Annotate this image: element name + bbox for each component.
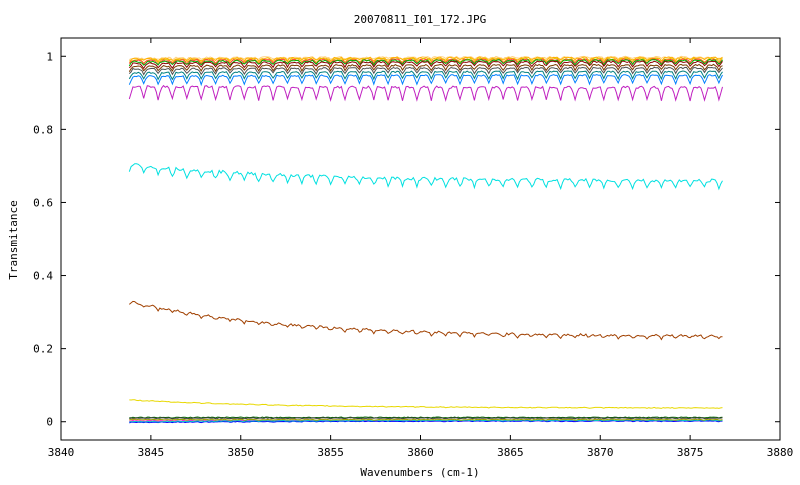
x-tick-label: 3860 (407, 446, 434, 459)
x-tick-label: 3850 (228, 446, 255, 459)
y-tick-label: 0.4 (33, 270, 53, 283)
chart-svg: 20070811_I01_172.JPG Wavenumbers (cm-1) … (0, 0, 800, 480)
x-tick-label: 3865 (497, 446, 524, 459)
x-tick-label: 3855 (317, 446, 344, 459)
y-axis-label: Transmitance (7, 200, 20, 279)
y-tick-label: 0.8 (33, 123, 53, 136)
y-tick-label: 1 (46, 50, 53, 63)
y-tick-label: 0 (46, 416, 53, 429)
y-tick-label: 0.2 (33, 343, 53, 356)
chart: 20070811_I01_172.JPG Wavenumbers (cm-1) … (0, 0, 800, 480)
x-axis-label: Wavenumbers (cm-1) (360, 466, 479, 479)
chart-title: 20070811_I01_172.JPG (354, 13, 486, 26)
x-tick-label: 3875 (677, 446, 704, 459)
x-tick-label: 3845 (138, 446, 165, 459)
x-tick-label: 3880 (767, 446, 794, 459)
x-tick-label: 3840 (48, 446, 75, 459)
x-tick-label: 3870 (587, 446, 614, 459)
y-tick-label: 0.6 (33, 196, 53, 209)
